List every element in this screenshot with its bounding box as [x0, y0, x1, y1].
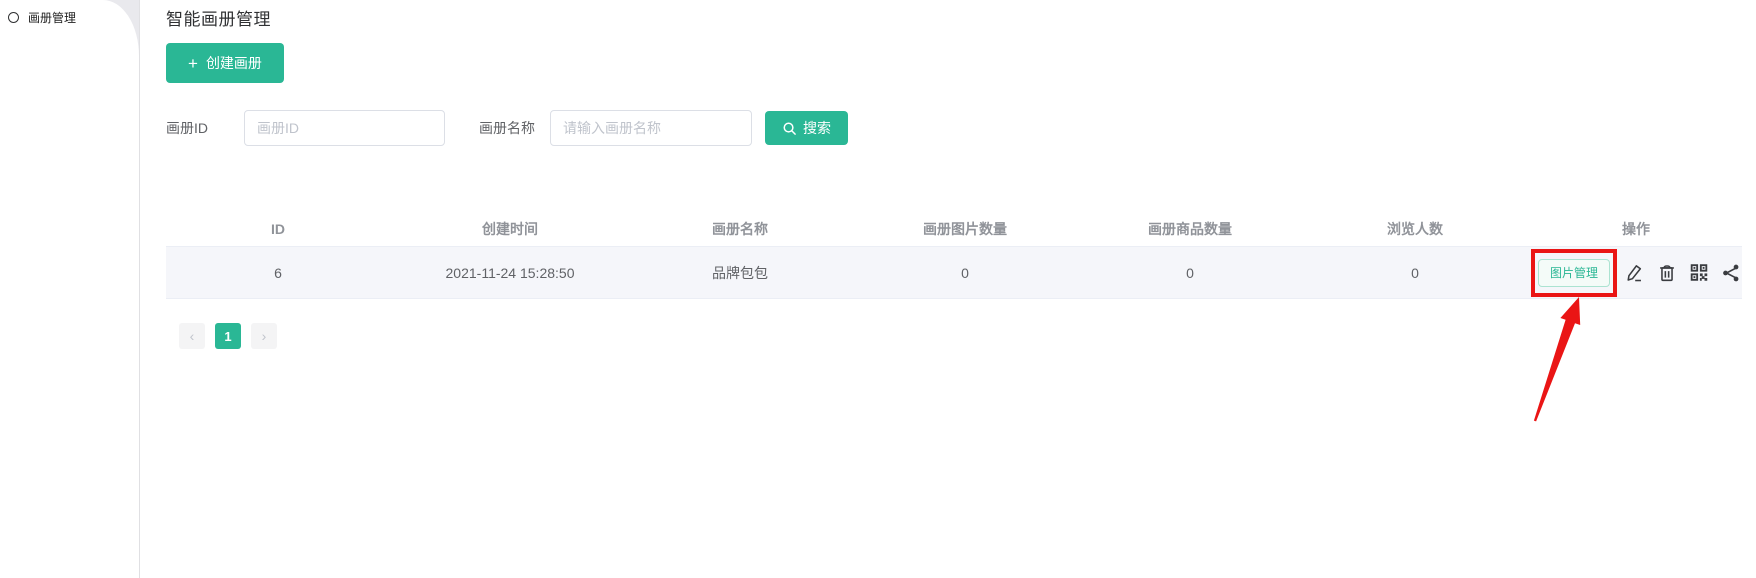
row-action-icons — [1624, 262, 1742, 284]
pagination-page-1[interactable]: 1 — [215, 323, 241, 349]
cell-created-time: 2021-11-24 15:28:50 — [390, 265, 630, 281]
cell-product-count: 0 — [1080, 265, 1300, 281]
table-header-row: ID 创建时间 画册名称 画册图片数量 画册商品数量 浏览人数 操作 — [166, 211, 1742, 247]
qrcode-icon[interactable] — [1688, 262, 1710, 284]
album-name-label: 画册名称 — [479, 118, 535, 138]
image-management-wrap: 图片管理 — [1531, 249, 1617, 297]
page-title: 智能画册管理 — [166, 5, 1756, 30]
column-header-view-count: 浏览人数 — [1300, 219, 1530, 239]
chevron-right-icon: › — [262, 328, 267, 344]
column-header-image-count: 画册图片数量 — [850, 219, 1080, 239]
album-name-input[interactable] — [550, 110, 752, 146]
album-management-page: 画册管理 智能画册管理 + 创建画册 画册ID 画册名称 搜索 ID — [0, 0, 1756, 578]
search-form: 画册ID 画册名称 搜索 — [166, 110, 1756, 146]
plus-icon: + — [188, 55, 198, 72]
annotation-arrow — [1521, 295, 1591, 423]
cell-view-count: 0 — [1300, 265, 1530, 281]
search-icon — [782, 121, 797, 136]
album-id-label: 画册ID — [166, 118, 208, 138]
cell-image-count: 0 — [850, 265, 1080, 281]
album-table: ID 创建时间 画册名称 画册图片数量 画册商品数量 浏览人数 操作 6 202… — [166, 211, 1742, 299]
cell-actions: 图片管理 — [1530, 249, 1742, 297]
pagination: ‹ 1 › — [179, 323, 1756, 349]
share-icon[interactable] — [1720, 262, 1742, 284]
image-management-button[interactable]: 图片管理 — [1538, 259, 1610, 287]
sidebar-item-label: 画册管理 — [28, 9, 76, 26]
column-header-actions: 操作 — [1530, 219, 1742, 239]
edit-icon[interactable] — [1624, 262, 1646, 284]
cell-album-name: 品牌包包 — [630, 263, 850, 283]
sidebar: 画册管理 — [0, 0, 140, 578]
pagination-prev-button[interactable]: ‹ — [179, 323, 205, 349]
column-header-id: ID — [166, 221, 390, 237]
table-row: 6 2021-11-24 15:28:50 品牌包包 0 0 0 图片管理 — [166, 247, 1742, 299]
sidebar-corner-decoration — [103, 0, 139, 56]
pagination-next-button[interactable]: › — [251, 323, 277, 349]
chevron-left-icon: ‹ — [190, 328, 195, 344]
cell-id: 6 — [166, 265, 390, 281]
circle-bullet-icon — [8, 12, 19, 23]
create-album-button[interactable]: + 创建画册 — [166, 43, 284, 83]
column-header-product-count: 画册商品数量 — [1080, 219, 1300, 239]
search-button-label: 搜索 — [803, 118, 831, 138]
main-content: 智能画册管理 + 创建画册 画册ID 画册名称 搜索 ID 创建时间 画册名称 — [141, 0, 1756, 578]
create-album-label: 创建画册 — [206, 53, 262, 73]
search-button[interactable]: 搜索 — [765, 111, 848, 145]
column-header-name: 画册名称 — [630, 219, 850, 239]
column-header-created: 创建时间 — [390, 219, 630, 239]
album-id-input[interactable] — [244, 110, 445, 146]
delete-icon[interactable] — [1656, 262, 1678, 284]
